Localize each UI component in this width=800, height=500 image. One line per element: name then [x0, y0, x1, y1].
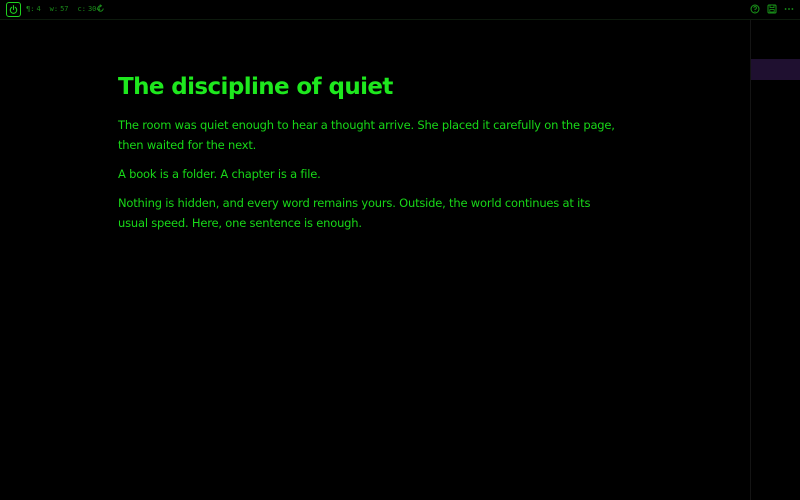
word-count: w: 57	[50, 4, 69, 14]
word-count-label: w:	[49, 5, 59, 13]
focus-mode-button[interactable]	[6, 2, 21, 17]
refresh-icon[interactable]	[96, 4, 105, 13]
document-stats: ¶: 4 w: 57 c: 304	[26, 4, 101, 14]
character-count-label: c:	[77, 5, 86, 13]
paragraph-count-value: 4	[36, 5, 41, 13]
save-icon[interactable]	[767, 4, 777, 14]
document-title[interactable]: The discipline of quiet	[118, 72, 618, 102]
word-count-value: 57	[60, 5, 69, 13]
document-editor[interactable]: The discipline of quiet The room was qui…	[118, 72, 618, 242]
help-circle-icon[interactable]	[750, 4, 760, 14]
top-toolbar: ¶: 4 w: 57 c: 304	[0, 0, 800, 20]
paragraph[interactable]: Nothing is hidden, and every word remain…	[118, 193, 618, 233]
outline-sidebar	[750, 20, 800, 500]
toolbar-right-actions	[750, 4, 794, 14]
outline-active-item[interactable]	[751, 59, 800, 80]
paragraph-count: ¶: 4	[26, 4, 41, 14]
paragraph-count-label: ¶:	[26, 5, 35, 13]
paragraph[interactable]: A book is a folder. A chapter is a file.	[118, 164, 618, 184]
more-horizontal-icon[interactable]	[784, 4, 794, 14]
power-icon	[9, 5, 18, 14]
editor-window: ¶: 4 w: 57 c: 304 The discipline of quie…	[0, 0, 800, 500]
paragraph[interactable]: The room was quiet enough to hear a thou…	[118, 115, 618, 155]
